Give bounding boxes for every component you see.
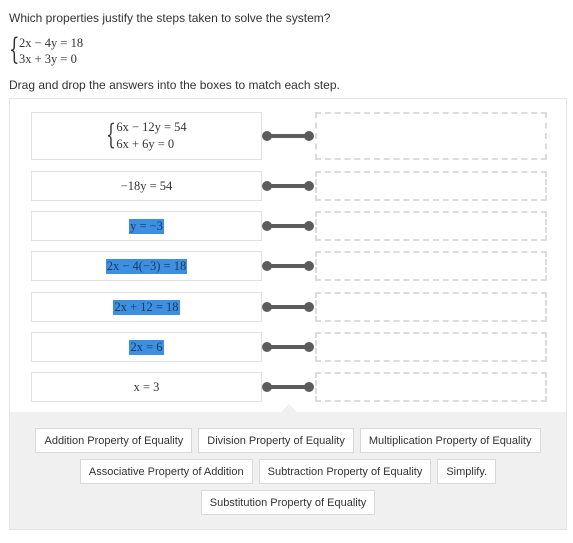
system-equation-2: 3x + 3y = 0 bbox=[19, 52, 77, 66]
connector-dot bbox=[262, 382, 272, 392]
brace-icon: { bbox=[9, 31, 20, 67]
connector-dot bbox=[304, 221, 314, 231]
answer-chip[interactable]: Associative Property of Addition bbox=[79, 459, 253, 484]
connector-dot bbox=[304, 342, 314, 352]
connector-dot bbox=[262, 261, 272, 271]
answer-chip[interactable]: Multiplication Property of Equality bbox=[359, 428, 541, 453]
step-row: x = 3 bbox=[31, 372, 547, 402]
step-row: 2x + 12 = 18 bbox=[31, 292, 547, 322]
connector-dot bbox=[262, 302, 272, 312]
brace-icon: { bbox=[106, 117, 117, 151]
matching-panel: {6x − 12y = 54 6x + 6y = 0 −18y = 54 y = −3… bbox=[9, 98, 567, 530]
answer-chips: Addition Property of Equality Division Pr… bbox=[10, 428, 566, 515]
step-row: 2x = 6 bbox=[31, 332, 547, 362]
answer-row: Associative Property of Addition Subtract… bbox=[79, 459, 497, 484]
step-expression: {6x − 12y = 54 6x + 6y = 0 bbox=[31, 112, 262, 160]
drop-target-box[interactable] bbox=[315, 211, 547, 241]
drop-target-box[interactable] bbox=[315, 251, 547, 281]
drop-target-box[interactable] bbox=[315, 332, 547, 362]
step-equation-line: 6x − 12y = 54 bbox=[116, 120, 187, 134]
connector-dot bbox=[262, 131, 272, 141]
connector-dot bbox=[304, 181, 314, 191]
step-equation: −18y = 54 bbox=[120, 178, 173, 193]
step-equation: x = 3 bbox=[133, 379, 160, 394]
drop-target-box[interactable] bbox=[315, 372, 547, 402]
given-system: { 2x − 4y = 18 3x + 3y = 0 bbox=[9, 33, 83, 69]
drop-target-box[interactable] bbox=[315, 171, 547, 201]
answer-row: Substitution Property of Equality bbox=[200, 490, 376, 515]
step-equation-line: 6x + 6y = 0 bbox=[116, 137, 175, 151]
answer-chip[interactable]: Subtraction Property of Equality bbox=[258, 459, 432, 484]
answer-row: Addition Property of Equality Division Pr… bbox=[35, 428, 541, 453]
connector-dot bbox=[304, 131, 314, 141]
system-equation-1: 2x − 4y = 18 bbox=[19, 36, 84, 50]
answer-chip[interactable]: Simplify. bbox=[437, 459, 497, 484]
instruction-text: Drag and drop the answers into the boxes… bbox=[9, 78, 340, 92]
step-row: −18y = 54 bbox=[31, 171, 547, 201]
step-equation: 2x − 4(−3) = 18 bbox=[105, 258, 188, 274]
step-row: 2x − 4(−3) = 18 bbox=[31, 251, 547, 281]
step-expression: 2x + 12 = 18 bbox=[31, 292, 262, 322]
answer-tray: Addition Property of Equality Division Pr… bbox=[10, 404, 566, 529]
connector-dot bbox=[304, 302, 314, 312]
drop-target-box[interactable] bbox=[315, 292, 547, 322]
answer-chip[interactable]: Addition Property of Equality bbox=[35, 428, 193, 453]
step-equation: y = −3 bbox=[129, 218, 164, 234]
step-expression: −18y = 54 bbox=[31, 171, 262, 201]
connector-dot bbox=[304, 261, 314, 271]
connector-dot bbox=[262, 181, 272, 191]
connector-dot bbox=[262, 221, 272, 231]
step-equation: 2x = 6 bbox=[129, 339, 164, 355]
answer-chip[interactable]: Substitution Property of Equality bbox=[200, 490, 376, 515]
step-equation: 2x + 12 = 18 bbox=[113, 299, 180, 315]
drop-target-box[interactable] bbox=[315, 112, 547, 160]
step-expression: x = 3 bbox=[31, 372, 262, 402]
tray-notch bbox=[281, 404, 297, 412]
answer-chip[interactable]: Division Property of Equality bbox=[198, 428, 354, 453]
step-expression: y = −3 bbox=[31, 211, 262, 241]
step-expression: 2x = 6 bbox=[31, 332, 262, 362]
connector-dot bbox=[262, 342, 272, 352]
step-row: y = −3 bbox=[31, 211, 547, 241]
step-expression: 2x − 4(−3) = 18 bbox=[31, 251, 262, 281]
question-text: Which properties justify the steps taken… bbox=[9, 11, 331, 25]
connector-dot bbox=[304, 382, 314, 392]
step-row: {6x − 12y = 54 6x + 6y = 0 bbox=[31, 112, 547, 160]
